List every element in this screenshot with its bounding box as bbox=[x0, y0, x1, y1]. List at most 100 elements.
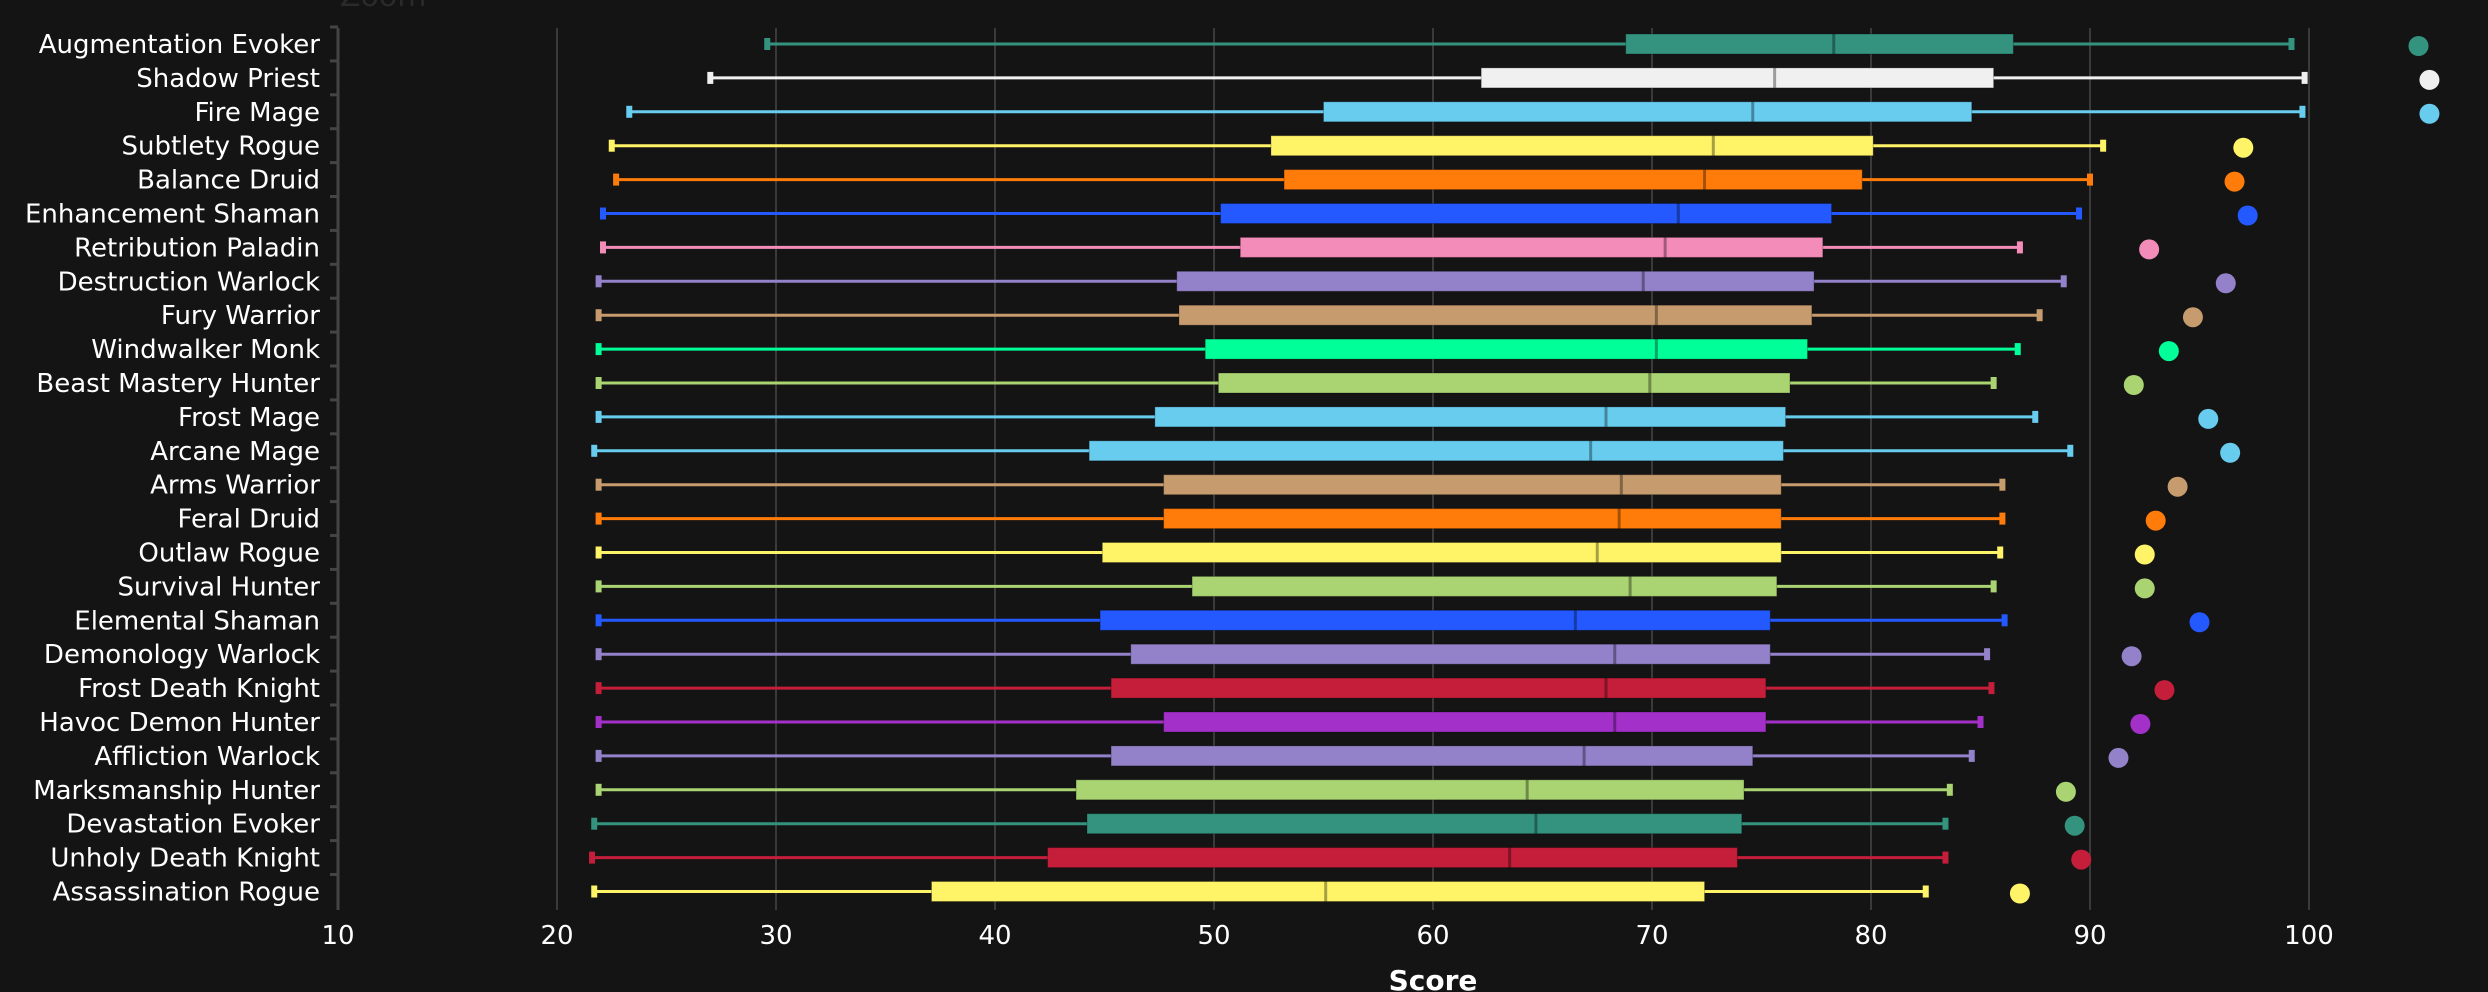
iqr-box bbox=[1110, 677, 1767, 699]
iqr-box bbox=[1075, 779, 1745, 801]
iqr-box bbox=[1217, 372, 1791, 394]
whisker-cap-max bbox=[1942, 817, 1949, 830]
score-point bbox=[2167, 476, 2188, 497]
iqr-box bbox=[930, 881, 1706, 902]
x-tick-label: 100 bbox=[2284, 921, 2334, 951]
whisker-cap-min bbox=[591, 885, 598, 898]
iqr-box bbox=[1099, 609, 1771, 631]
score-point bbox=[2064, 815, 2085, 836]
whisker-cap-min bbox=[764, 38, 771, 50]
x-tick-label: 90 bbox=[2073, 921, 2106, 951]
whisker-cap-max bbox=[2032, 410, 2039, 423]
box-row bbox=[595, 575, 2155, 599]
score-point bbox=[2419, 103, 2440, 124]
iqr-box bbox=[1088, 440, 1784, 462]
category-label: Shadow Priest bbox=[136, 64, 320, 94]
x-tick-label: 70 bbox=[1635, 921, 1668, 951]
iqr-box bbox=[1163, 474, 1782, 496]
whisker-cap-min bbox=[595, 580, 602, 593]
score-point bbox=[2198, 408, 2219, 429]
chart-title: Zoom bbox=[340, 0, 426, 14]
category-label: Affliction Warlock bbox=[94, 742, 320, 772]
whisker-cap-min bbox=[707, 71, 714, 84]
score-point bbox=[2408, 36, 2429, 56]
iqr-box bbox=[1239, 236, 1824, 258]
whisker-cap-min bbox=[626, 105, 633, 118]
iqr-box bbox=[1163, 711, 1767, 733]
score-point bbox=[2071, 849, 2092, 870]
category-label: Survival Hunter bbox=[118, 572, 321, 602]
x-axis: 10 20 30 40 50 60 70 80 90 100 bbox=[321, 921, 2333, 951]
iqr-box bbox=[1130, 643, 1771, 665]
box-row bbox=[626, 101, 2440, 124]
whisker-cap-max bbox=[2016, 241, 2023, 254]
category-label: Augmentation Evoker bbox=[39, 30, 321, 60]
x-axis-title: Score bbox=[1389, 964, 1478, 992]
whisker-cap-min bbox=[595, 648, 602, 661]
category-label: Subtlety Rogue bbox=[121, 132, 320, 162]
box-row bbox=[599, 203, 2258, 226]
whisker-cap-max bbox=[2299, 105, 2306, 118]
category-label: Windwalker Monk bbox=[91, 335, 320, 365]
box-row bbox=[764, 33, 2429, 56]
iqr-box bbox=[1163, 508, 1782, 530]
whisker-cap-min bbox=[599, 241, 606, 254]
box-row bbox=[589, 847, 2092, 870]
whisker-cap-max bbox=[1922, 885, 1929, 898]
score-point bbox=[2123, 375, 2144, 395]
box-row bbox=[595, 270, 2236, 294]
category-label: Beast Mastery Hunter bbox=[36, 369, 320, 399]
iqr-box bbox=[1283, 169, 1863, 191]
x-tick-label: 10 bbox=[321, 921, 354, 951]
iqr-box bbox=[1110, 745, 1754, 767]
whisker-cap-min bbox=[595, 682, 602, 695]
whisker-cap-min bbox=[591, 817, 598, 830]
score-point bbox=[2139, 239, 2160, 260]
box-row bbox=[595, 372, 2144, 395]
whisker-cap-max bbox=[1988, 682, 1995, 695]
iqr-box bbox=[1176, 270, 1815, 292]
whisker-cap-max bbox=[1977, 716, 1984, 728]
score-point bbox=[2154, 680, 2175, 701]
box-row bbox=[595, 542, 2155, 565]
category-label: Destruction Warlock bbox=[58, 267, 320, 297]
score-point bbox=[2224, 171, 2245, 192]
score-point bbox=[2237, 205, 2258, 226]
box-row bbox=[595, 609, 2210, 633]
score-point bbox=[2158, 341, 2179, 362]
box-row bbox=[595, 304, 2203, 328]
score-point bbox=[2220, 442, 2241, 463]
category-label: Enhancement Shaman bbox=[25, 200, 320, 230]
category-label: Unholy Death Knight bbox=[50, 844, 320, 874]
category-label: Frost Death Knight bbox=[78, 674, 320, 704]
iqr-box bbox=[1625, 33, 2014, 55]
category-label: Demonology Warlock bbox=[44, 640, 320, 670]
box-row bbox=[595, 677, 2175, 701]
iqr-box bbox=[1086, 813, 1743, 835]
x-tick-label: 40 bbox=[978, 921, 1011, 951]
box-row bbox=[599, 236, 2160, 260]
box-row bbox=[591, 881, 2030, 904]
category-label: Assassination Rogue bbox=[53, 878, 320, 908]
whisker-cap-max bbox=[1999, 478, 2006, 491]
whisker-cap-max bbox=[2301, 71, 2308, 84]
x-tick-label: 60 bbox=[1416, 921, 1449, 951]
whisker-cap-max bbox=[2060, 275, 2067, 288]
whisker-cap-min bbox=[595, 512, 602, 525]
category-label: Outlaw Rogue bbox=[138, 539, 320, 569]
score-point bbox=[2215, 273, 2236, 294]
score-point bbox=[2145, 510, 2166, 531]
score-point bbox=[2130, 714, 2151, 734]
iqr-box bbox=[1047, 847, 1738, 869]
iqr-box bbox=[1270, 135, 1874, 157]
whisker-cap-max bbox=[2100, 139, 2107, 152]
box-row bbox=[595, 406, 2219, 429]
score-point bbox=[2121, 646, 2142, 667]
category-label: Elemental Shaman bbox=[74, 606, 320, 636]
score-point bbox=[2108, 747, 2129, 768]
iqr-box bbox=[1101, 542, 1782, 563]
category-label: Marksmanship Hunter bbox=[33, 776, 320, 806]
box-row bbox=[595, 711, 2151, 734]
box-row bbox=[591, 813, 2085, 836]
whisker-cap-max bbox=[2001, 614, 2008, 627]
